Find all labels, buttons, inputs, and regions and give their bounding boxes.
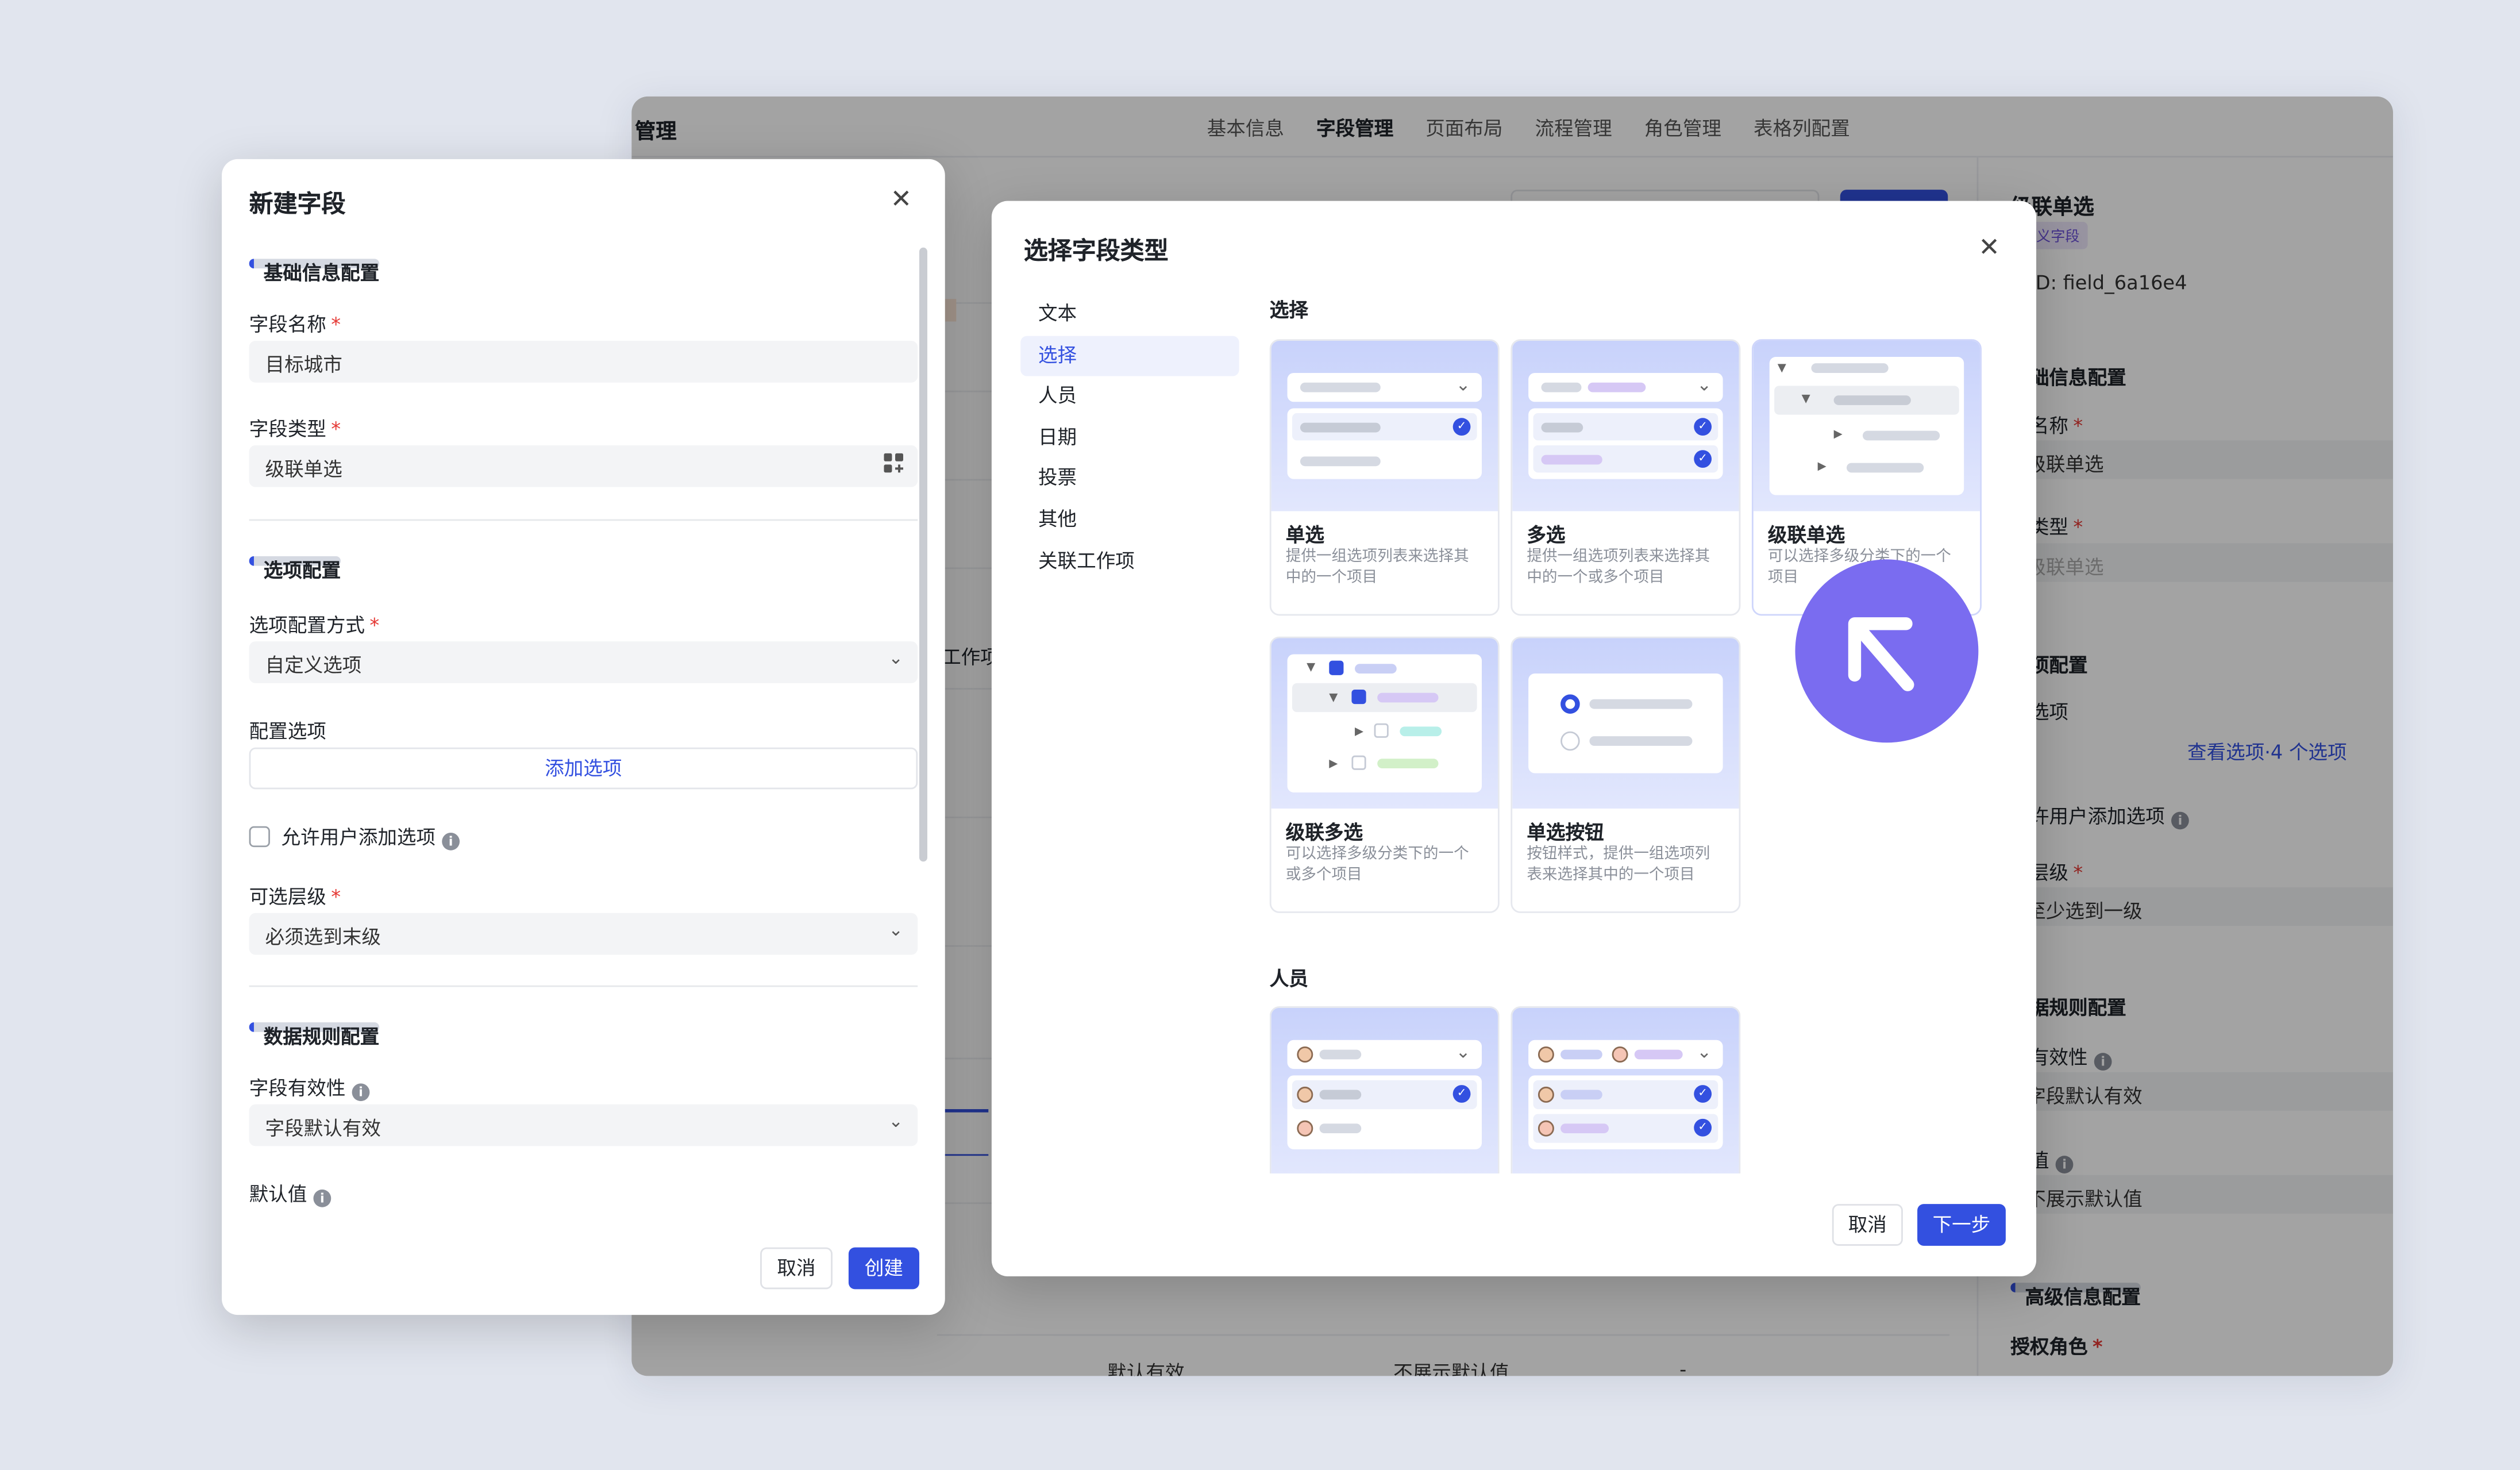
type-card-multi-select[interactable]: ⌄ ✓ ✓ 多选 提供一组选项列表来选择其中的一个或多个项目 — [1511, 339, 1741, 616]
card-preview: ⌄ ✓ ✓ — [1512, 1007, 1739, 1173]
modal-title: 新建字段 — [249, 190, 346, 219]
type-card-cascade-multi[interactable]: ▼ ▼ ▶ ▶ 级联多选 可以选择多级分类下的一个或多个项目 — [1269, 636, 1500, 913]
card-description: 可以选择多级分类下的一个或多个项目 — [1285, 845, 1469, 884]
preview-dropdown: ⌄ — [1287, 1040, 1482, 1069]
card-preview: ▼ ▼ ▶ ▶ — [1753, 341, 1980, 511]
menu-item-other[interactable]: 其他 — [1020, 500, 1239, 541]
level-label: 可选层级 * — [249, 886, 341, 909]
type-card-radio-button[interactable]: 单选按钮 按钮样式，提供一组选项列表来选择其中的一个项目 — [1511, 636, 1741, 913]
type-card-single-select[interactable]: ⌄ ✓ 单选 提供一组选项列表来选择其中的一个项目 — [1269, 339, 1500, 616]
scrollbar[interactable] — [919, 247, 927, 862]
preview-list: ✓ ✓ — [1528, 1075, 1723, 1149]
allow-add-checkbox[interactable] — [249, 826, 270, 848]
section-divider — [249, 519, 918, 521]
preview-dropdown: ⌄ — [1528, 1040, 1723, 1069]
field-name-input[interactable]: 目标城市 — [249, 341, 918, 383]
menu-item-vote[interactable]: 投票 — [1020, 459, 1239, 500]
card-preview: ▼ ▼ ▶ ▶ — [1271, 638, 1498, 809]
level-select[interactable]: 必须选到末级 ⌄ — [249, 913, 918, 955]
type-category-menu: 文本 选择 人员 日期 投票 其他 关联工作项 — [1020, 294, 1239, 582]
menu-item-linked-work[interactable]: 关联工作项 — [1020, 541, 1239, 582]
card-title: 多选 — [1527, 524, 1566, 547]
preview-radios — [1528, 674, 1723, 774]
card-description: 提供一组选项列表来选择其中的一个或多个项目 — [1527, 548, 1710, 586]
preview-tree: ▼ ▼ ▶ ▶ — [1287, 654, 1482, 793]
card-title: 级联多选 — [1285, 821, 1363, 844]
section-options: 选项配置 — [249, 556, 341, 582]
option-mode-select[interactable]: 自定义选项 ⌄ — [249, 641, 918, 683]
card-title: 单选按钮 — [1527, 821, 1604, 844]
card-preview: ⌄ ✓ ✓ — [1512, 341, 1739, 511]
chevron-down-icon: ⌄ — [888, 648, 904, 669]
section-divider — [249, 985, 918, 987]
card-description: 按钮样式，提供一组选项列表来选择其中的一个项目 — [1527, 845, 1710, 884]
validity-label: 字段有效性 i — [249, 1074, 370, 1102]
validity-select[interactable]: 字段默认有效 ⌄ — [249, 1104, 918, 1146]
chevron-down-icon: ⌄ — [888, 919, 904, 941]
preview-dropdown: ⌄ — [1287, 372, 1482, 402]
preview-list: ✓ — [1287, 408, 1482, 479]
group-heading-people: 人员 — [1269, 967, 1308, 991]
option-mode-label: 选项配置方式 * — [249, 614, 380, 637]
card-title: 级联单选 — [1767, 524, 1845, 547]
close-icon[interactable]: ✕ — [1978, 232, 1999, 262]
preview-tree: ▼ ▼ ▶ ▶ — [1769, 356, 1964, 495]
preview-list: ✓ — [1287, 1075, 1482, 1149]
next-step-button[interactable]: 下一步 — [1917, 1204, 2006, 1246]
type-card-people-single[interactable]: ⌄ ✓ — [1269, 1006, 1500, 1173]
cancel-button[interactable]: 取消 — [760, 1247, 833, 1290]
card-preview: ⌄ ✓ — [1271, 341, 1498, 511]
config-options-label: 配置选项 — [249, 720, 326, 743]
create-button[interactable]: 创建 — [848, 1247, 919, 1290]
add-option-button[interactable]: 添加选项 — [249, 747, 918, 790]
chevron-down-icon: ⌄ — [888, 1110, 904, 1132]
field-name-label: 字段名称 * — [249, 313, 341, 336]
card-preview — [1512, 638, 1739, 809]
info-icon: i — [313, 1189, 332, 1207]
allow-add-option[interactable]: 允许用户添加选项 i — [249, 823, 460, 851]
grid-icon[interactable] — [884, 453, 904, 478]
preview-dropdown: ⌄ — [1528, 372, 1723, 402]
section-rules: 数据规则配置 — [249, 1022, 380, 1048]
field-type-select[interactable]: 级联单选 — [249, 445, 918, 487]
info-icon: i — [442, 832, 460, 851]
card-title: 单选 — [1285, 524, 1324, 547]
field-type-label: 字段类型 * — [249, 418, 341, 441]
card-description: 提供一组选项列表来选择其中的一个项目 — [1285, 548, 1469, 586]
close-icon[interactable]: ✕ — [891, 183, 912, 214]
menu-item-people[interactable]: 人员 — [1020, 376, 1239, 418]
group-heading-select: 选择 — [1269, 299, 1308, 322]
modal-title: 选择字段类型 — [1023, 236, 1169, 265]
card-preview: ⌄ ✓ — [1271, 1007, 1498, 1173]
type-card-people-multi[interactable]: ⌄ ✓ ✓ — [1511, 1006, 1741, 1173]
menu-item-text[interactable]: 文本 — [1020, 294, 1239, 336]
new-field-modal: 新建字段 ✕ 基础信息配置 字段名称 * 目标城市 字段类型 * 级联单选 选项配置… — [222, 159, 945, 1315]
cancel-button[interactable]: 取消 — [1832, 1204, 1903, 1246]
default-value-label: 默认值 i — [249, 1180, 332, 1207]
menu-item-select[interactable]: 选择 — [1020, 335, 1239, 377]
menu-item-date[interactable]: 日期 — [1020, 418, 1239, 459]
arrow-cursor-icon — [1795, 559, 1979, 743]
section-basic: 基础信息配置 — [249, 259, 380, 284]
preview-list: ✓ ✓ — [1528, 408, 1723, 479]
info-icon: i — [352, 1083, 370, 1102]
